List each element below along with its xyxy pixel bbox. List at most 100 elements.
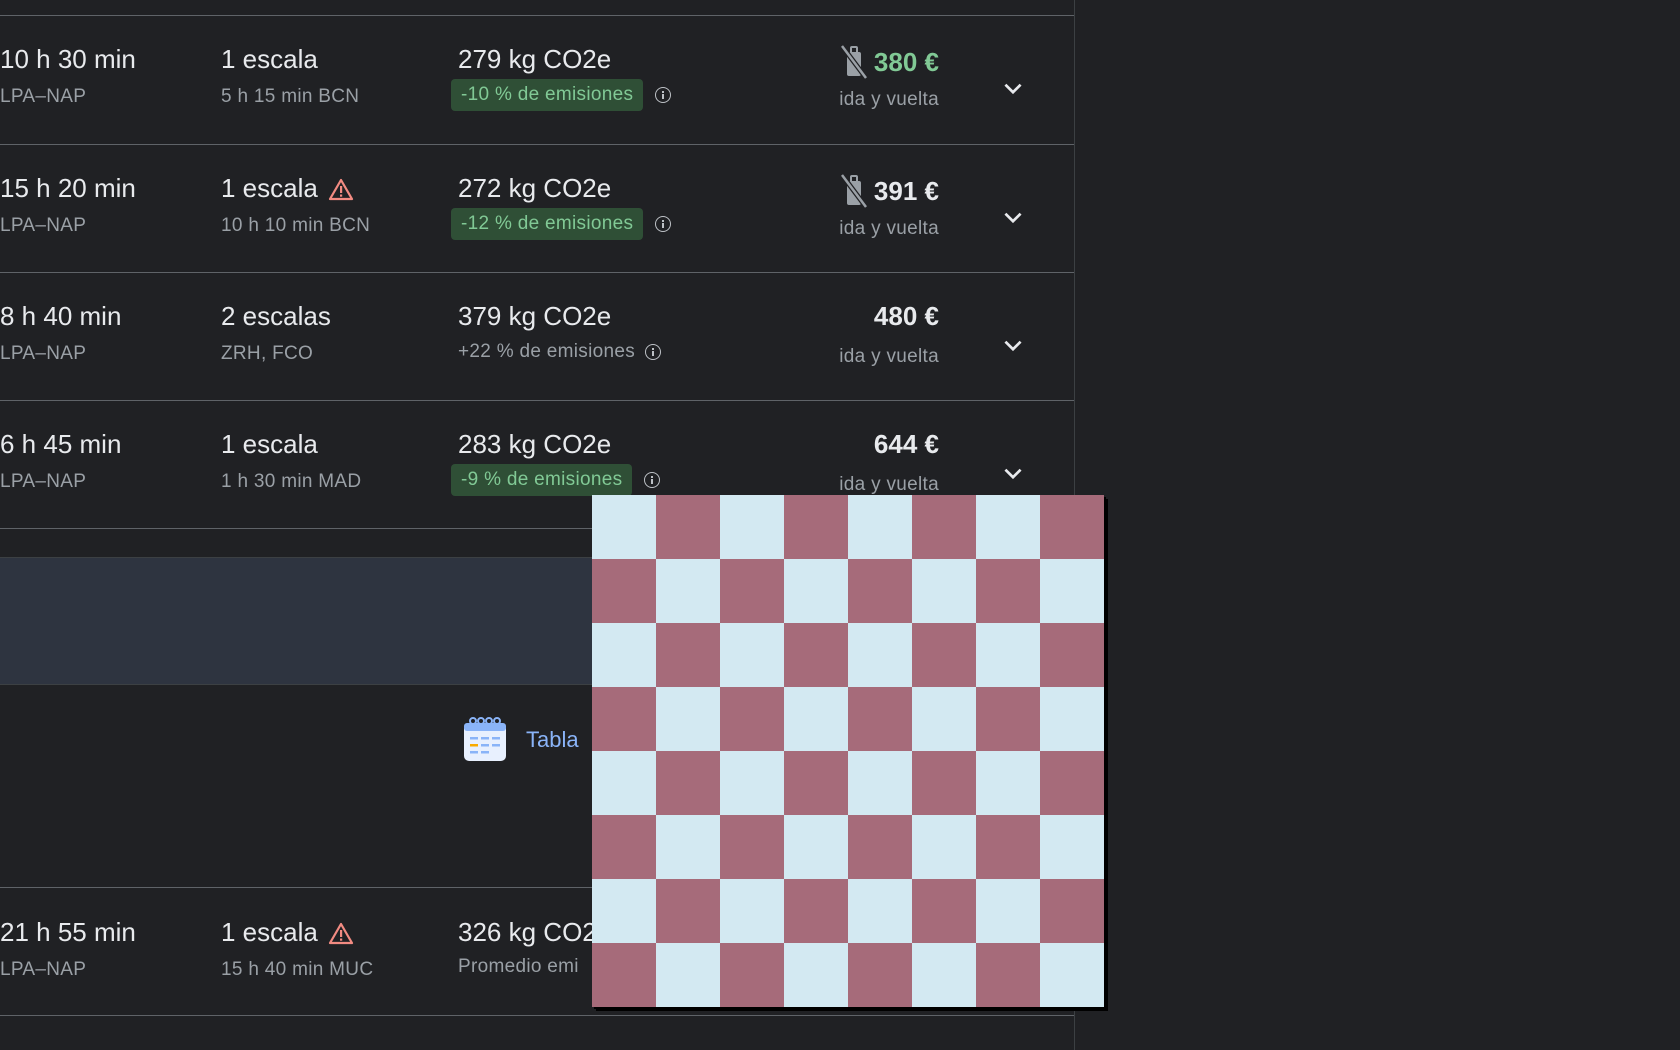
flight-route: LPA–NAP — [0, 471, 87, 492]
emissions-badge: -10 % de emisiones — [451, 79, 644, 111]
checker-square — [784, 559, 848, 623]
checker-square — [1040, 879, 1104, 943]
emissions: +22 % de emisiones — [451, 336, 662, 368]
checker-square — [592, 687, 656, 751]
chevron-down-icon[interactable] — [1000, 461, 1026, 487]
info-icon[interactable] — [655, 87, 672, 103]
checker-square — [976, 495, 1040, 559]
stops-label: 1 escala — [221, 917, 318, 947]
checker-square — [720, 815, 784, 879]
checker-square — [848, 687, 912, 751]
checker-square — [848, 559, 912, 623]
date-grid-label: Tabla — [526, 727, 579, 752]
flight-duration: 10 h 30 min — [0, 44, 136, 74]
co2-value: 279 kg CO2e — [458, 44, 612, 74]
checker-square — [592, 559, 656, 623]
checker-square — [592, 879, 656, 943]
flight-route: LPA–NAP — [0, 215, 87, 236]
checker-square — [720, 879, 784, 943]
flight-stops: 1 escala — [221, 917, 354, 948]
flight-row[interactable]: 15 h 20 min LPA–NAP 1 escala 10 h 10 min… — [0, 145, 1074, 272]
flight-row[interactable]: 8 h 40 min LPA–NAP 2 escalas ZRH, FCO 37… — [0, 273, 1074, 400]
chevron-down-icon[interactable] — [1000, 205, 1026, 231]
calendar-table-icon — [464, 717, 506, 761]
checker-square — [592, 495, 656, 559]
co2-value: 379 kg CO2e — [458, 301, 612, 331]
trip-type: ida y vuelta — [839, 218, 939, 239]
checker-square — [784, 687, 848, 751]
checker-square — [1040, 559, 1104, 623]
flight-stops: 1 escala — [221, 173, 354, 204]
emissions-badge: -9 % de emisiones — [451, 464, 633, 496]
co2-value: 283 kg CO2e — [458, 429, 612, 459]
emissions-badge: -12 % de emisiones — [451, 208, 644, 240]
info-icon[interactable] — [645, 344, 662, 360]
flight-route: LPA–NAP — [0, 343, 87, 364]
flight-stops: 2 escalas — [221, 301, 331, 332]
checker-square — [592, 751, 656, 815]
checker-square — [656, 559, 720, 623]
checker-square — [656, 623, 720, 687]
checker-square — [720, 623, 784, 687]
checker-square — [976, 559, 1040, 623]
stops-detail: 15 h 40 min MUC — [221, 959, 374, 980]
checker-square — [1040, 943, 1104, 1007]
no-carry-on-bag-icon — [839, 173, 868, 209]
checker-square — [1040, 751, 1104, 815]
checker-square — [656, 495, 720, 559]
checker-square — [720, 495, 784, 559]
checker-square — [976, 815, 1040, 879]
stops-label: 1 escala — [221, 173, 318, 203]
flight-duration: 21 h 55 min — [0, 917, 136, 947]
checker-square — [1040, 687, 1104, 751]
price-block: 480 € — [874, 301, 939, 332]
checker-square — [976, 751, 1040, 815]
trip-type: ida y vuelta — [839, 346, 939, 367]
stops-detail: ZRH, FCO — [221, 343, 314, 364]
emissions-text: Promedio emi — [458, 956, 579, 977]
co2-value: 272 kg CO2e — [458, 173, 612, 203]
chevron-down-icon[interactable] — [1000, 333, 1026, 359]
checker-square — [656, 687, 720, 751]
checker-square — [912, 623, 976, 687]
checker-square — [656, 815, 720, 879]
date-grid-link[interactable]: Tabla — [462, 716, 579, 764]
row-divider — [0, 1015, 1074, 1016]
checker-square — [720, 687, 784, 751]
trip-type: ida y vuelta — [839, 474, 939, 495]
checker-square — [976, 687, 1040, 751]
checker-square — [912, 559, 976, 623]
checker-square — [656, 751, 720, 815]
checker-square — [656, 879, 720, 943]
checker-square — [912, 751, 976, 815]
info-icon[interactable] — [655, 216, 672, 232]
checker-square — [1040, 815, 1104, 879]
checker-square — [784, 751, 848, 815]
checker-square — [592, 623, 656, 687]
warning-icon — [328, 922, 353, 944]
warning-icon — [328, 178, 353, 200]
co2-value: 326 kg CO2 — [458, 917, 597, 947]
checker-square — [1040, 495, 1104, 559]
emissions: -10 % de emisiones — [451, 79, 672, 111]
price-block: 391 € — [838, 173, 939, 209]
price: 380 € — [873, 46, 939, 77]
stops-label: 2 escalas — [221, 301, 331, 331]
checkerboard-overlay — [592, 495, 1104, 1007]
emissions-text: +22 % de emisiones — [458, 341, 636, 362]
checker-square — [720, 943, 784, 1007]
info-icon[interactable] — [644, 472, 661, 488]
chevron-down-icon[interactable] — [1000, 76, 1026, 102]
emissions: -12 % de emisiones — [451, 208, 672, 240]
checker-square — [912, 879, 976, 943]
checker-square — [784, 943, 848, 1007]
checker-square — [848, 879, 912, 943]
checker-square — [784, 815, 848, 879]
checker-square — [784, 623, 848, 687]
checker-square — [784, 495, 848, 559]
price: 391 € — [873, 175, 939, 206]
checker-square — [592, 815, 656, 879]
checker-square — [848, 943, 912, 1007]
flight-row[interactable]: 10 h 30 min LPA–NAP 1 escala 5 h 15 min … — [0, 16, 1074, 143]
checker-square — [784, 879, 848, 943]
